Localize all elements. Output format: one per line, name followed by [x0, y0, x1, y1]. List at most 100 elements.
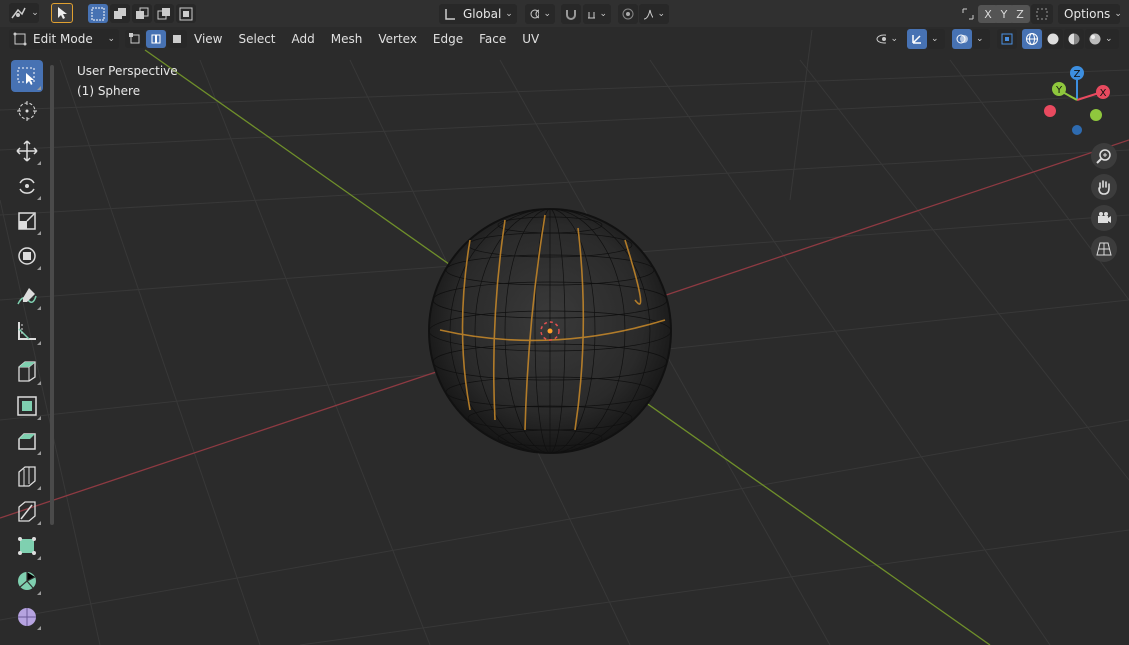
mirror-z-toggle[interactable]: Z: [1010, 5, 1030, 23]
edge-select-button[interactable]: [146, 30, 166, 48]
tool-measure[interactable]: [11, 315, 43, 347]
overlays-toggle[interactable]: [952, 29, 972, 49]
tool-scale[interactable]: [11, 205, 43, 237]
select-new-icon: [91, 7, 105, 20]
gizmo-neg-x-handle[interactable]: [1044, 105, 1056, 117]
gizmo-y-label: Y: [1055, 85, 1063, 96]
menu-face[interactable]: Face: [471, 29, 514, 49]
gizmo-dropdown[interactable]: ⌄: [927, 29, 945, 49]
tool-smooth[interactable]: [11, 600, 43, 632]
tool-cursor[interactable]: [11, 95, 43, 127]
smooth-icon: [18, 608, 36, 626]
tool-extrude[interactable]: [11, 355, 43, 387]
tool-poly-build[interactable]: [11, 530, 43, 562]
face-select-button[interactable]: [167, 30, 187, 48]
menu-add[interactable]: Add: [284, 29, 323, 49]
zoom-button[interactable]: [1091, 143, 1117, 169]
editor-type-button[interactable]: ⌄: [9, 3, 39, 23]
material-shading-button[interactable]: [1064, 29, 1084, 49]
mode-dropdown[interactable]: Edit Mode ⌄: [9, 29, 119, 49]
select-intersect-button[interactable]: [176, 4, 196, 23]
menu-view[interactable]: View: [186, 29, 230, 49]
tool-transform[interactable]: [11, 240, 43, 272]
tool-spin[interactable]: [11, 565, 43, 597]
pivot-point-dropdown[interactable]: ⌄: [525, 4, 555, 24]
vertex-select-icon: [129, 33, 140, 44]
select-subtract-icon: [136, 7, 149, 19]
xray-toggle[interactable]: [997, 29, 1017, 49]
visibility-dropdown[interactable]: ⌄: [872, 29, 902, 49]
snap-target-dropdown[interactable]: ⌄: [583, 4, 611, 24]
menu-select[interactable]: Select: [230, 29, 283, 49]
perspective-toggle-button[interactable]: [1091, 236, 1117, 262]
tool-loop-cut[interactable]: [11, 460, 43, 492]
shading-dropdown[interactable]: ⌄: [1101, 29, 1119, 49]
face-select-icon: [173, 35, 181, 43]
falloff-curve-icon: [643, 9, 654, 20]
tool-rotate[interactable]: [11, 170, 43, 202]
edge-select-icon: [151, 34, 161, 44]
wireframe-shading-button[interactable]: [1022, 29, 1042, 49]
vertex-select-button[interactable]: [125, 30, 145, 48]
tool-move[interactable]: [11, 135, 43, 167]
menu-mesh[interactable]: Mesh: [323, 29, 371, 49]
active-object-label: (1) Sphere: [77, 84, 141, 98]
bevel-icon: [18, 433, 36, 450]
extrude-icon: [18, 361, 36, 382]
select-invert-button[interactable]: [154, 4, 174, 23]
orientation-icon: [445, 9, 455, 20]
pan-button[interactable]: [1091, 174, 1117, 200]
top-header: ⌄ Global ⌄ ⌄ ⌄ ⌄ X Y Z Options ⌄: [0, 0, 1129, 27]
menu-vertex[interactable]: Vertex: [370, 29, 425, 49]
gizmo-neg-z-handle[interactable]: [1072, 125, 1082, 135]
header-menus: View Select Add Mesh Vertex Edge Face UV: [186, 29, 547, 49]
material-icon: [1068, 33, 1080, 45]
auto-merge-toggle[interactable]: [1031, 4, 1053, 24]
wireframe-icon: [1026, 33, 1038, 45]
solid-shading-button[interactable]: [1043, 29, 1063, 49]
transform-icon: [18, 247, 36, 265]
falloff-dropdown[interactable]: ⌄: [639, 4, 669, 24]
move-icon: [16, 140, 38, 162]
rotate-icon: [19, 178, 35, 194]
proportional-edit-toggle[interactable]: [618, 4, 638, 24]
pivot-icon: [530, 9, 540, 19]
select-subtract-button[interactable]: [132, 4, 152, 23]
tool-inset[interactable]: [11, 390, 43, 422]
spin-icon: [18, 572, 36, 590]
gizmo-neg-y-handle[interactable]: [1090, 109, 1102, 121]
camera-view-button[interactable]: [1091, 205, 1117, 231]
select-intersect-icon: [179, 7, 193, 20]
options-dropdown[interactable]: Options ⌄: [1058, 4, 1122, 24]
cursor-icon: [17, 101, 37, 121]
tool-annotate[interactable]: [11, 280, 43, 312]
select-extend-button[interactable]: [110, 4, 130, 23]
menu-edge[interactable]: Edge: [425, 29, 471, 49]
editor-type-icon: [11, 7, 26, 19]
tool-select-button[interactable]: [51, 3, 73, 23]
overlays-dropdown[interactable]: ⌄: [972, 29, 990, 49]
options-label: Options: [1064, 7, 1111, 21]
tool-bevel[interactable]: [11, 425, 43, 457]
mirror-options-button[interactable]: [958, 4, 978, 24]
navigation-gizmo[interactable]: Z X Y: [1040, 62, 1120, 138]
overlays-icon: [956, 34, 968, 44]
inset-icon: [17, 396, 37, 416]
select-new-button[interactable]: [88, 4, 108, 23]
xray-icon: [1001, 33, 1013, 45]
tool-knife[interactable]: [11, 495, 43, 527]
transform-orientation-dropdown[interactable]: Global ⌄: [439, 4, 517, 24]
toolbar-scrollbar[interactable]: [50, 65, 54, 525]
snap-toggle[interactable]: [561, 4, 581, 24]
gizmo-toggle[interactable]: [907, 29, 927, 49]
annotate-icon: [17, 288, 37, 305]
mode-label: Edit Mode: [33, 32, 93, 46]
orientation-label: Global: [463, 7, 502, 21]
magnet-icon: [566, 10, 576, 20]
menu-uv[interactable]: UV: [514, 29, 547, 49]
snap-increment-icon: [588, 12, 596, 19]
tool-select-box[interactable]: [11, 60, 43, 92]
select-extend-icon: [114, 7, 126, 19]
selection-mode-group: [88, 4, 196, 23]
proportional-edit-icon: [622, 8, 634, 20]
